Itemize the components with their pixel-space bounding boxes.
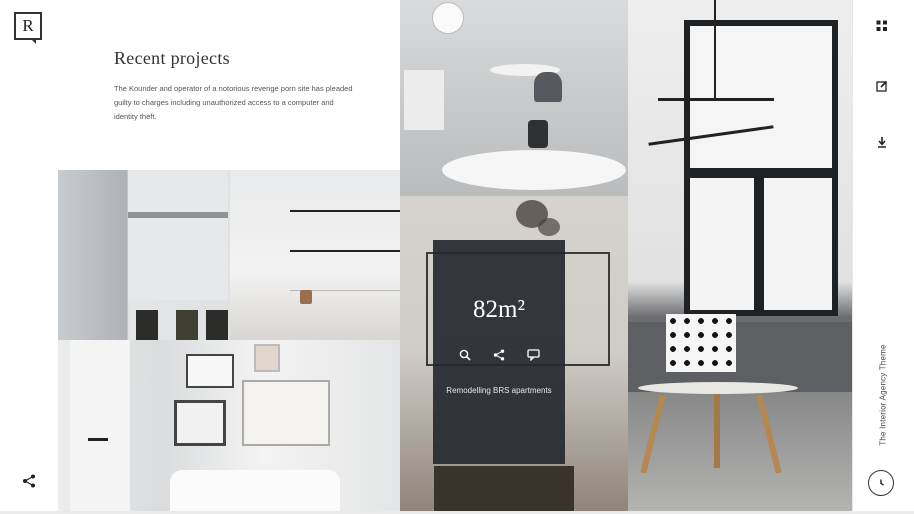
project-photo-bedroom[interactable]	[58, 340, 400, 512]
project-photo-kitchen[interactable]	[58, 170, 230, 340]
share-icon[interactable]	[492, 348, 506, 362]
project-photo-dining[interactable]	[400, 0, 628, 196]
section-description: The Kounder and operator of a notorious …	[114, 84, 353, 121]
comment-icon[interactable]	[526, 348, 540, 362]
theme-vertical-label: The Interior Agency Theme	[866, 330, 900, 460]
grid-icon[interactable]	[873, 17, 891, 35]
logo-letter: R	[22, 16, 34, 35]
logo-tail	[30, 38, 36, 44]
download-icon[interactable]	[873, 133, 891, 151]
project-photo-living-room[interactable]	[628, 0, 852, 512]
project-caption: Remodelling BRS apartments	[446, 386, 552, 395]
search-icon[interactable]	[458, 348, 472, 362]
project-area: 82m²	[473, 296, 525, 323]
edit-icon[interactable]	[873, 77, 891, 95]
brand-logo[interactable]: R	[14, 12, 42, 40]
section-title: Recent projects	[114, 48, 230, 68]
share-icon[interactable]	[20, 472, 38, 490]
project-photo-cabinets[interactable]	[230, 170, 400, 340]
clock-icon[interactable]	[868, 470, 894, 496]
overlay-actions	[433, 348, 565, 362]
theme-vertical-text: The Interior Agency Theme	[878, 344, 888, 446]
